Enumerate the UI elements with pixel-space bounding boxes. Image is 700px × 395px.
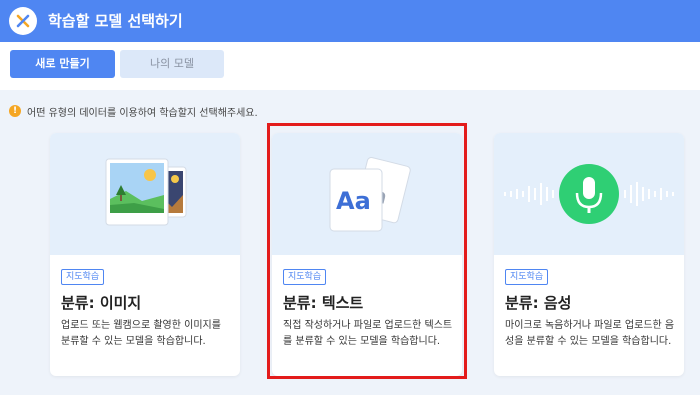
image-icon [105,158,187,226]
card-illustration [50,133,240,255]
supervised-badge: 지도학습 [505,269,549,285]
card-audio-classification[interactable]: 지도학습 분류: 음성 마이크로 녹음하거나 파일로 업로드한 음성을 분류할 … [494,133,684,376]
tab-my-models[interactable]: 나의 모델 [120,50,224,78]
notice: ! 어떤 유형의 데이터를 이용하여 학습할지 선택해주세요. [9,103,258,119]
tab-bar: 새로 만들기 나의 모델 [0,42,700,88]
card-title: 분류: 이미지 [61,294,142,312]
notice-text: 어떤 유형의 데이터를 이용하여 학습할지 선택해주세요. [27,107,258,119]
card-title: 분류: 음성 [505,294,572,312]
card-illustration [494,133,684,255]
card-description: 업로드 또는 웹캠으로 촬영한 이미지를 분류할 수 있는 모델을 학습합니다. [61,320,221,347]
selection-highlight [267,123,467,379]
warning-icon: ! [9,105,21,117]
header-bar: 학습할 모델 선택하기 [0,0,700,42]
close-icon [16,14,30,28]
tab-new-model[interactable]: 새로 만들기 [10,50,115,78]
page-title: 학습할 모델 선택하기 [48,12,183,30]
supervised-badge: 지도학습 [61,269,105,285]
close-button[interactable] [9,7,37,35]
card-image-classification[interactable]: 지도학습 분류: 이미지 업로드 또는 웹캠으로 촬영한 이미지를 분류할 수 … [50,133,240,376]
microphone-icon [504,164,674,224]
card-description: 마이크로 녹음하거나 파일로 업로드한 음성을 분류할 수 있는 모델을 학습합… [505,320,675,347]
